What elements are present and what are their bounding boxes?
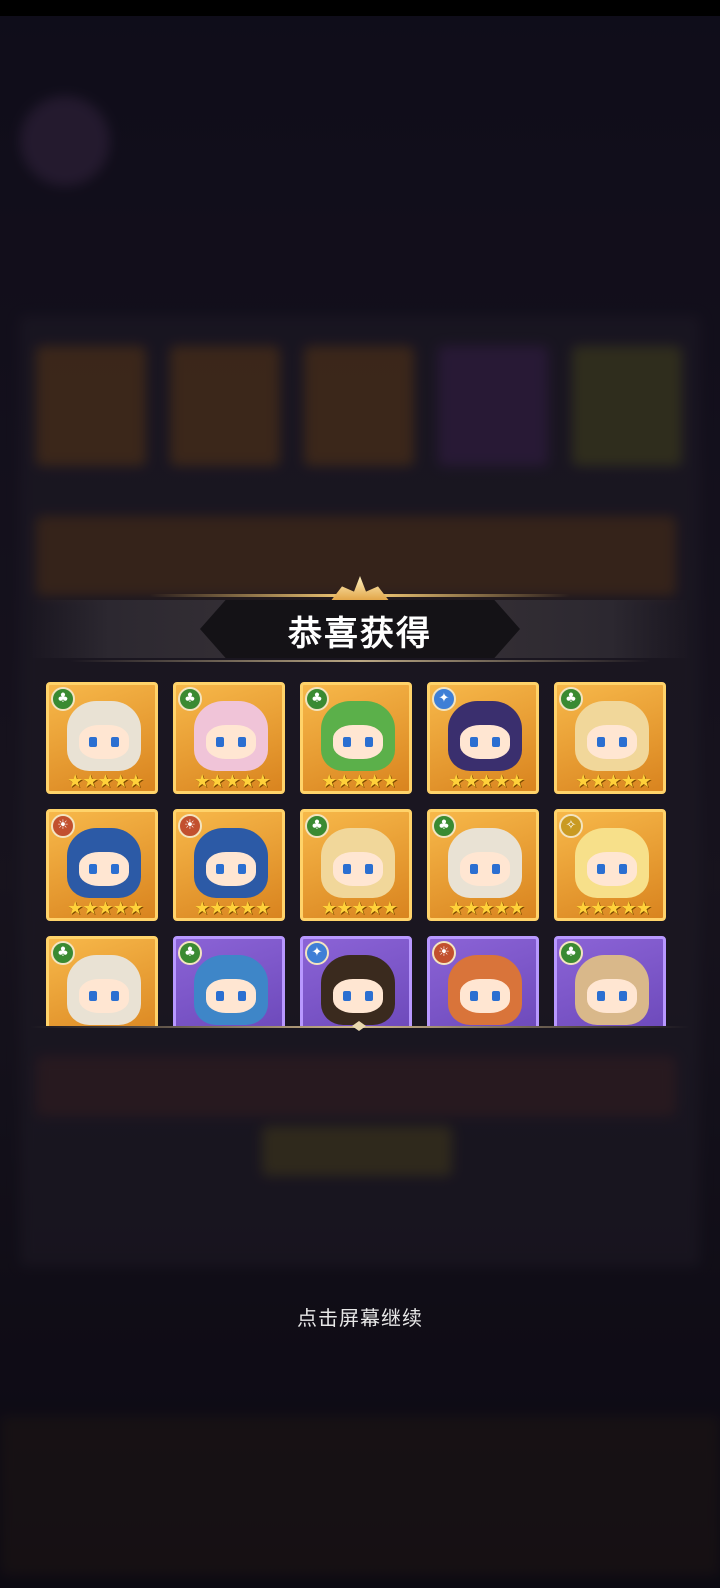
hero-eye [597,737,605,747]
status-bar [0,0,720,16]
hero-eye [238,737,246,747]
hero-card[interactable]: ♣ ★★★★★ [173,682,285,794]
leaf-icon: ♣ [559,941,583,965]
hero-face [460,852,510,886]
water-icon: ✦ [432,687,456,711]
star-rating: ★★★★★ [575,898,652,919]
star-rating: ★★★★★ [448,771,525,792]
hero-card[interactable]: ♣ ★★★★★ [427,809,539,921]
leaf-icon: ♣ [178,687,202,711]
hero-eye [597,991,605,1001]
water-icon: ✦ [305,941,329,965]
hero-eye [492,737,500,747]
reward-banner: 恭喜获得 [30,576,690,664]
leaf-icon: ♣ [51,687,75,711]
hero-face [206,852,256,886]
hero-face [460,979,510,1013]
star-rating: ★★★★★ [194,771,271,792]
hero-card[interactable]: ♣ ★★★★★ [300,809,412,921]
hero-eye [89,737,97,747]
tap-to-continue-hint[interactable]: 点击屏幕继续 [0,1302,720,1331]
hero-card[interactable]: ☀ ★★★★★ [46,809,158,921]
leaf-icon: ♣ [559,687,583,711]
hero-eye [216,991,224,1001]
hero-card[interactable]: ♣★★★★★ [46,936,158,1026]
star-rating: ★★★★★ [448,898,525,919]
hero-face [587,852,637,886]
hero-face [587,725,637,759]
hero-card[interactable]: ✦ [300,936,412,1026]
hero-eye [597,864,605,874]
hero-eye [343,864,351,874]
hero-face [333,979,383,1013]
hero-eye [238,991,246,1001]
hero-card[interactable]: ♣ [554,936,666,1026]
hero-face [333,852,383,886]
leaf-icon: ♣ [178,941,202,965]
hero-card[interactable]: ☀ ★★★★★ [173,809,285,921]
hero-card[interactable]: ✦ ★★★★★ [427,682,539,794]
banner-bottom-line [70,660,650,662]
hero-face [79,852,129,886]
hero-eye [470,864,478,874]
hero-eye [492,864,500,874]
hero-face [587,979,637,1013]
hero-eye [238,864,246,874]
star-rating: ★★★★★ [194,898,271,919]
hero-eye [111,737,119,747]
fire-icon: ☀ [432,941,456,965]
leaf-icon: ♣ [432,814,456,838]
star-rating: ★★★★★ [67,898,144,919]
star-rating: ★★★★★ [321,771,398,792]
reward-title: 恭喜获得 [288,614,432,654]
star-rating: ★★★★★ [321,898,398,919]
hero-eye [89,991,97,1001]
hero-card[interactable]: ♣ ★★★★★ [46,682,158,794]
leaf-icon: ♣ [305,814,329,838]
fire-icon: ☀ [51,814,75,838]
star-rating: ★★★★★ [67,771,144,792]
hero-eye [216,737,224,747]
leaf-icon: ♣ [305,687,329,711]
hero-eye [343,737,351,747]
leaf-icon: ♣ [51,941,75,965]
hero-eye [111,864,119,874]
fire-icon: ☀ [178,814,202,838]
light-icon: ✧ [559,814,583,838]
hero-face [79,725,129,759]
hero-card[interactable]: ♣ [173,936,285,1026]
hero-eye [470,737,478,747]
hero-eye [89,864,97,874]
hero-card[interactable]: ☀ [427,936,539,1026]
hero-eye [492,991,500,1001]
hero-card[interactable]: ♣ ★★★★★ [554,682,666,794]
hero-eye [111,991,119,1001]
hero-card[interactable]: ♣ ★★★★★ [300,682,412,794]
hero-eye [619,991,627,1001]
hero-eye [619,864,627,874]
hero-face [460,725,510,759]
hero-card[interactable]: ✧ ★★★★★ [554,809,666,921]
hero-eye [365,864,373,874]
hero-eye [365,737,373,747]
hero-face [206,979,256,1013]
star-rating: ★★★★★ [575,771,652,792]
hero-face [79,979,129,1013]
hero-eye [470,991,478,1001]
hero-eye [216,864,224,874]
hero-eye [343,991,351,1001]
hero-face [333,725,383,759]
hero-eye [365,991,373,1001]
reward-grid[interactable]: ♣ ★★★★★ ♣ ★★★★★ ♣ ★★★★★ ✦ ★★★★★ ♣ ★★★★★ ☀ ★★★★★ ☀ ★★★… [36,676,684,1026]
hero-eye [619,737,627,747]
hero-face [206,725,256,759]
